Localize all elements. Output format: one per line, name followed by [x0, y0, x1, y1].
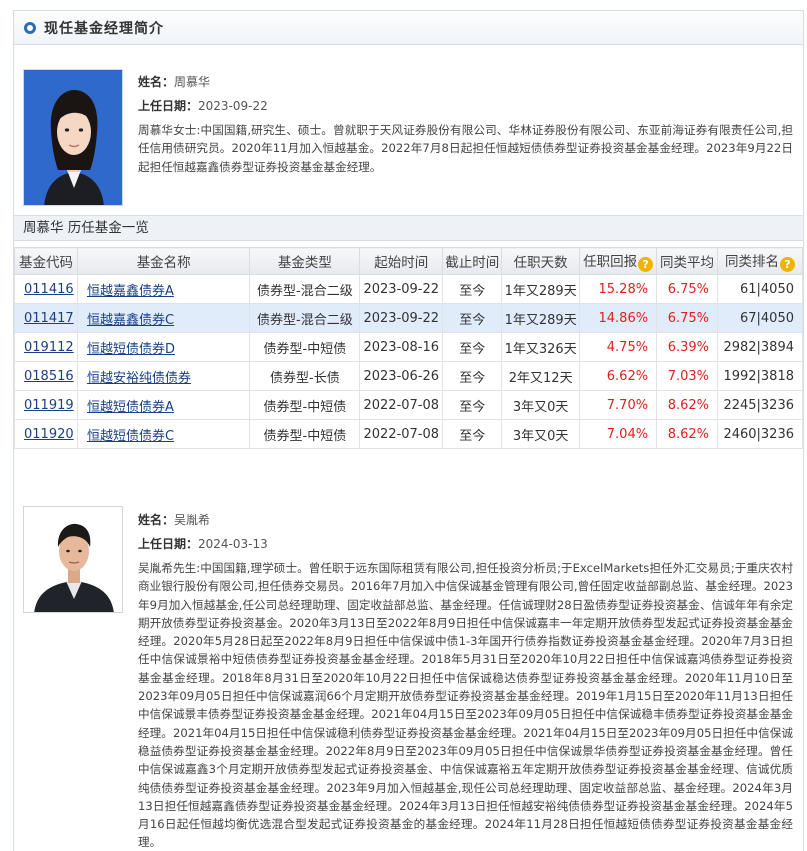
- start-date: 2023-09-22: [359, 274, 444, 304]
- fund-type: 债券型-长债: [249, 361, 361, 391]
- manager-1-info: 姓名：周慕华 上任日期：2023-09-22 周慕华女士:中国国籍,研究生、硕士…: [138, 73, 793, 176]
- table-row: 011920 恒越短债债券C 债券型-中短债 2022-07-08 至今 3年又…: [14, 419, 803, 449]
- tenure-days: 1年又289天: [501, 274, 581, 304]
- manager-intro-panel: 现任基金经理简介 姓名：周慕华 上任日期：2023-09-22 周慕华女士:中国…: [13, 10, 804, 851]
- manager-2-info: 姓名：吴胤希 上任日期：2024-03-13 吴胤希先生:中国国籍,理学硕士。曾…: [138, 511, 793, 851]
- tenure-return: 4.75%: [579, 332, 658, 362]
- start-date-label: 上任日期：: [138, 99, 199, 113]
- col-start: 起始时间: [359, 247, 444, 275]
- col-name: 基金名称: [76, 247, 251, 275]
- tenure-days: 1年又326天: [501, 332, 581, 362]
- section-header: 现任基金经理简介: [14, 11, 803, 45]
- section-title: 现任基金经理简介: [44, 20, 164, 37]
- col-rank: 同类排名?: [717, 247, 803, 275]
- manager-2-start-date: 2024-03-13: [198, 537, 268, 551]
- fund-type: 债券型-混合二级: [249, 303, 361, 333]
- fund-type: 债券型-中短债: [249, 332, 361, 362]
- fund-type: 债券型-中短债: [249, 390, 361, 420]
- tenure-days: 2年又12天: [501, 361, 581, 391]
- history-title: 周慕华 历任基金一览: [14, 215, 803, 241]
- col-type: 基金类型: [249, 247, 361, 275]
- manager-2-name: 吴胤希: [174, 513, 211, 527]
- end-date: 至今: [442, 390, 503, 420]
- start-date: 2022-07-08: [359, 419, 444, 449]
- fund-history-table: 基金代码 基金名称 基金类型 起始时间 截止时间 任职天数 任职回报? 同类平均…: [14, 247, 803, 449]
- end-date: 至今: [442, 361, 503, 391]
- tenure-return: 7.04%: [579, 419, 658, 449]
- peer-rank: 1992|3818: [717, 361, 803, 391]
- fund-code-link[interactable]: 019112: [24, 340, 74, 355]
- end-date: 至今: [442, 419, 503, 449]
- start-date: 2022-07-08: [359, 390, 444, 420]
- end-date: 至今: [442, 303, 503, 333]
- fund-name-link[interactable]: 恒越短债债券A: [87, 400, 174, 415]
- peer-average: 6.75%: [656, 303, 719, 333]
- col-days: 任职天数: [501, 247, 581, 275]
- table-row: 011417 恒越嘉鑫债券C 债券型-混合二级 2023-09-22 至今 1年…: [14, 303, 803, 333]
- table-row: 011919 恒越短债债券A 债券型-中短债 2022-07-08 至今 3年又…: [14, 390, 803, 420]
- start-date: 2023-08-16: [359, 332, 444, 362]
- tenure-return: 15.28%: [579, 274, 658, 304]
- fund-name-link[interactable]: 恒越安裕纯债债券: [87, 371, 191, 386]
- peer-average: 8.62%: [656, 419, 719, 449]
- manager-1-name: 周慕华: [174, 75, 211, 89]
- bullet-circle-icon: [24, 21, 36, 34]
- peer-rank: 2245|3236: [717, 390, 803, 420]
- peer-average: 8.62%: [656, 390, 719, 420]
- fund-type: 债券型-中短债: [249, 419, 361, 449]
- col-return: 任职回报?: [579, 247, 658, 275]
- col-end: 截止时间: [442, 247, 503, 275]
- fund-name-link[interactable]: 恒越短债债券D: [87, 342, 175, 357]
- help-icon[interactable]: ?: [780, 257, 795, 272]
- col-avg: 同类平均: [656, 247, 719, 275]
- name-label: 姓名：: [138, 513, 175, 527]
- manager-2-photo: [23, 506, 123, 613]
- fund-name-link[interactable]: 恒越嘉鑫债券A: [87, 284, 174, 299]
- fund-code-link[interactable]: 018516: [24, 369, 74, 384]
- table-row: 011416 恒越嘉鑫债券A 债券型-混合二级 2023-09-22 至今 1年…: [14, 274, 803, 304]
- peer-rank: 67|4050: [717, 303, 803, 333]
- tenure-days: 3年又0天: [501, 419, 581, 449]
- manager-1-bio: 周慕华女士:中国国籍,研究生、硕士。曾就职于天风证券股份有限公司、华林证券股份有…: [138, 123, 793, 174]
- manager-2-bio: 吴胤希先生:中国国籍,理学硕士。曾任职于远东国际租赁有限公司,担任投资分析员;于…: [138, 561, 793, 850]
- portrait-male-icon: [24, 507, 122, 612]
- fund-code-link[interactable]: 011920: [24, 427, 74, 442]
- table-row: 019112 恒越短债债券D 债券型-中短债 2023-08-16 至今 1年又…: [14, 332, 803, 362]
- fund-type: 债券型-混合二级: [249, 274, 361, 304]
- peer-average: 7.03%: [656, 361, 719, 391]
- col-code: 基金代码: [14, 247, 78, 275]
- fund-code-link[interactable]: 011416: [24, 282, 74, 297]
- name-label: 姓名：: [138, 75, 175, 89]
- tenure-days: 3年又0天: [501, 390, 581, 420]
- tenure-return: 6.62%: [579, 361, 658, 391]
- fund-code-link[interactable]: 011417: [24, 311, 74, 326]
- start-date-label: 上任日期：: [138, 537, 199, 551]
- table-row: 018516 恒越安裕纯债债券 债券型-长债 2023-06-26 至今 2年又…: [14, 361, 803, 391]
- peer-average: 6.39%: [656, 332, 719, 362]
- end-date: 至今: [442, 332, 503, 362]
- tenure-return: 7.70%: [579, 390, 658, 420]
- peer-rank: 2982|3894: [717, 332, 803, 362]
- fund-code-link[interactable]: 011919: [24, 398, 74, 413]
- portrait-female-icon: [24, 70, 122, 205]
- fund-name-link[interactable]: 恒越短债债券C: [87, 429, 174, 444]
- help-icon[interactable]: ?: [638, 257, 654, 272]
- tenure-days: 1年又289天: [501, 303, 581, 333]
- tenure-return: 14.86%: [579, 303, 658, 333]
- manager-1-start-date: 2023-09-22: [198, 99, 268, 113]
- peer-rank: 61|4050: [717, 274, 803, 304]
- peer-rank: 2460|3236: [717, 419, 803, 449]
- end-date: 至今: [442, 274, 503, 304]
- start-date: 2023-06-26: [359, 361, 444, 391]
- peer-average: 6.75%: [656, 274, 719, 304]
- fund-name-link[interactable]: 恒越嘉鑫债券C: [87, 313, 174, 328]
- manager-1-photo: [23, 69, 123, 206]
- table-header-row: 基金代码 基金名称 基金类型 起始时间 截止时间 任职天数 任职回报? 同类平均…: [14, 247, 803, 275]
- start-date: 2023-09-22: [359, 303, 444, 333]
